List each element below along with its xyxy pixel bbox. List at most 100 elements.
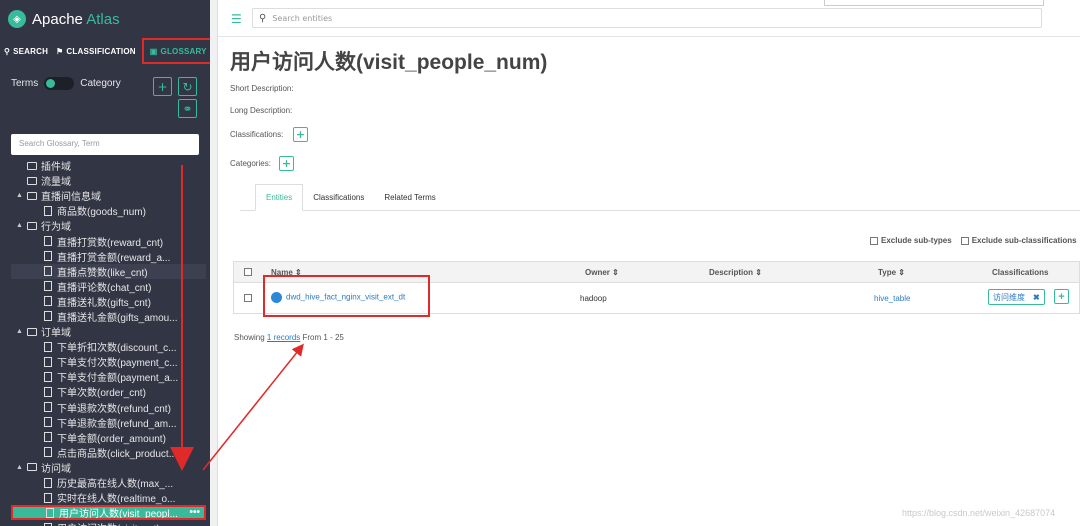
- tree-item-label: 直播打赏金额(reward_a...: [57, 252, 171, 264]
- file-icon: [42, 522, 54, 526]
- add-category-button[interactable]: +: [279, 156, 294, 171]
- file-icon: [42, 296, 54, 307]
- file-icon: [42, 266, 54, 277]
- row-checkbox[interactable]: [244, 294, 252, 302]
- tree-item-label: 插件域: [41, 162, 71, 174]
- tree-category[interactable]: 插件域: [11, 158, 206, 173]
- plus-icon: +: [1058, 290, 1065, 303]
- file-icon: [42, 492, 54, 503]
- watermark: https://blog.csdn.net/weixin_42687074: [902, 508, 1056, 518]
- categories-label: Categories:: [230, 159, 271, 168]
- more-options-icon[interactable]: •••: [189, 507, 200, 518]
- type-link[interactable]: hive_table: [874, 294, 910, 303]
- owner-cell: hadoop: [580, 294, 607, 303]
- tree-term[interactable]: 用户访问次数(visit_cnt): [11, 520, 206, 526]
- tree-category[interactable]: ▲ 访问域: [11, 460, 206, 475]
- tree-term[interactable]: 下单支付次数(payment_c...: [11, 354, 206, 369]
- tree-term[interactable]: 下单退款金额(refund_am...: [11, 415, 206, 430]
- tab-classification[interactable]: ⚑ CLASSIFICATION: [52, 40, 140, 62]
- tree-term[interactable]: 直播点赞数(like_cnt): [11, 263, 206, 279]
- tree-item-label: 下单支付金额(payment_a...: [57, 373, 179, 385]
- tag-icon: ⚑: [56, 46, 64, 56]
- tree-term[interactable]: 下单退款次数(refund_cnt): [11, 400, 206, 415]
- tree-item-label: 访问域: [41, 463, 71, 475]
- checkbox-icon: [960, 236, 969, 245]
- tab-glossary[interactable]: ▣ GLOSSARY: [141, 38, 215, 64]
- tree-item-label: 下单次数(order_cnt): [57, 388, 146, 400]
- tree-item-label: 直播点赞数(like_cnt): [57, 267, 148, 279]
- col-owner[interactable]: Owner ⇕: [585, 268, 619, 277]
- tree-term[interactable]: 用户访问人数(visit_peopl... •••: [11, 505, 206, 521]
- tree-category[interactable]: ▲ 直播间信息域: [11, 188, 206, 203]
- tree-term[interactable]: 直播评论数(chat_cnt): [11, 279, 206, 294]
- entity-search-input[interactable]: ⚲ Search entities: [252, 8, 1042, 28]
- tree-term[interactable]: 下单支付金额(payment_a...: [11, 369, 206, 384]
- folder-icon: [26, 326, 38, 337]
- select-all-checkbox[interactable]: [244, 268, 252, 276]
- tree-term[interactable]: 直播打赏金额(reward_a...: [11, 249, 206, 264]
- add-glossary-button[interactable]: +: [153, 77, 172, 96]
- folder-icon: ▣: [149, 46, 158, 56]
- caret-down-icon[interactable]: ▲: [16, 222, 26, 229]
- file-icon: [42, 251, 54, 262]
- tree-term[interactable]: 直播送礼金额(gifts_amou...: [11, 309, 206, 324]
- refresh-button[interactable]: ↻: [178, 77, 197, 96]
- caret-down-icon[interactable]: ▲: [16, 464, 26, 471]
- page-title: 用户访问人数(visit_people_num): [230, 51, 548, 74]
- short-description-label: Short Description:: [230, 84, 294, 93]
- caret-down-icon[interactable]: ▲: [16, 192, 26, 199]
- folder-icon: [26, 160, 38, 171]
- file-icon: [42, 236, 54, 247]
- plus-icon: +: [295, 128, 306, 141]
- exclude-subtypes-checkbox[interactable]: Exclude sub-types: [870, 236, 952, 245]
- close-icon[interactable]: ✖: [1033, 293, 1040, 302]
- tree-term[interactable]: 点击商品数(click_product...: [11, 445, 206, 460]
- sidebar-scrollbar[interactable]: [210, 0, 218, 526]
- tree-item-label: 直播送礼数(gifts_cnt): [57, 297, 151, 309]
- tab-search[interactable]: ⚲ SEARCH: [0, 40, 52, 62]
- terms-category-switch[interactable]: [44, 77, 75, 90]
- pagination-suffix: From 1 - 25: [300, 333, 344, 342]
- col-description[interactable]: Description ⇕: [709, 268, 762, 277]
- records-count-link[interactable]: 1 records: [267, 333, 300, 342]
- classification-tag[interactable]: 访问维度 ✖: [988, 289, 1045, 305]
- file-icon: [42, 386, 54, 397]
- tree-term[interactable]: 直播打赏数(reward_cnt): [11, 233, 206, 249]
- file-icon: [42, 356, 54, 367]
- tree-item-label: 订单域: [41, 328, 71, 340]
- tree-term[interactable]: 历史最高在线人数(max_...: [11, 475, 206, 490]
- app-logo[interactable]: ◈ Apache Atlas: [8, 8, 120, 30]
- menu-icon[interactable]: ☰: [231, 12, 242, 26]
- add-row-classification-button[interactable]: +: [1054, 289, 1069, 304]
- import-button[interactable]: ⚭: [178, 99, 197, 118]
- col-type[interactable]: Type ⇕: [878, 268, 905, 277]
- tab-entities[interactable]: Entities: [255, 184, 304, 211]
- tree-item-label: 直播送礼金额(gifts_amou...: [57, 312, 178, 324]
- tree-category[interactable]: ▲ 订单域: [11, 324, 206, 339]
- exclude-subclassifications-checkbox[interactable]: Exclude sub-classifications: [960, 236, 1077, 245]
- sidebar: ◈ Apache Atlas ⚲ SEARCH ⚑ CLASSIFICATION…: [0, 0, 215, 526]
- tree-item-label: 下单支付次数(payment_c...: [57, 358, 178, 370]
- app-name: Apache Atlas: [32, 10, 120, 28]
- tree-term[interactable]: 商品数(goods_num): [11, 203, 206, 218]
- tree-category[interactable]: ▲ 行为域: [11, 218, 206, 233]
- exclude-subclassifications-label: Exclude sub-classifications: [971, 236, 1077, 245]
- refresh-icon: ↻: [182, 79, 193, 94]
- classifications-label: Classifications:: [230, 130, 284, 139]
- tree-term[interactable]: 下单折扣次数(discount_c...: [11, 339, 206, 354]
- nav-tabs: ⚲ SEARCH ⚑ CLASSIFICATION ▣ GLOSSARY: [0, 38, 215, 64]
- add-classification-button[interactable]: +: [293, 127, 308, 142]
- tab-classifications[interactable]: Classifications: [303, 184, 374, 211]
- tree-term[interactable]: 下单次数(order_cnt): [11, 384, 206, 399]
- tree-term[interactable]: 实时在线人数(realtime_o...: [11, 490, 206, 505]
- pagination-info: Showing 1 records From 1 - 25: [234, 333, 344, 342]
- glossary-search-input[interactable]: Search Glossary, Term: [11, 134, 199, 155]
- tree-term[interactable]: 下单金额(order_amount): [11, 430, 206, 445]
- checkbox-icon: [870, 236, 878, 245]
- tree-category[interactable]: 流量域: [11, 173, 206, 188]
- tab-related-terms[interactable]: Related Terms: [374, 184, 445, 211]
- tree-term[interactable]: 直播送礼数(gifts_cnt): [11, 294, 206, 309]
- search-icon: ⚲: [4, 46, 11, 56]
- entity-filters: Exclude sub-types Exclude sub-classifica…: [870, 236, 1077, 245]
- caret-down-icon[interactable]: ▲: [16, 328, 26, 335]
